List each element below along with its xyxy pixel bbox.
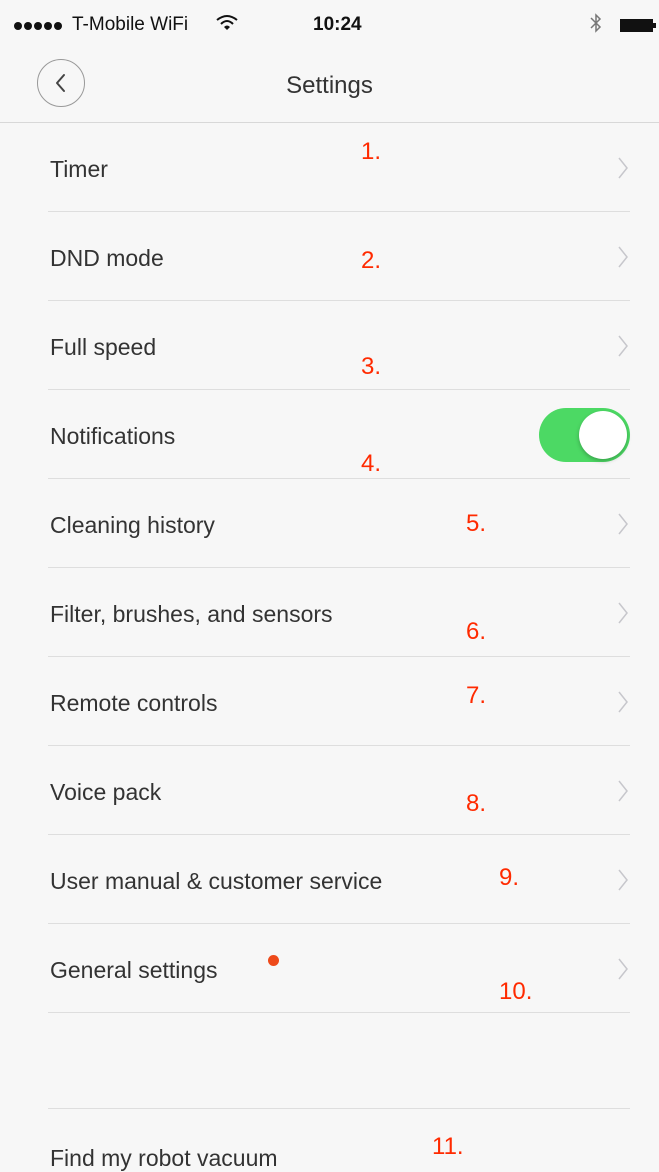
row-label: Filter, brushes, and sensors	[50, 601, 333, 627]
settings-row-dnd-mode[interactable]: DND mode 2.	[48, 212, 630, 301]
settings-row-cleaning-history[interactable]: Cleaning history 5.	[48, 479, 630, 568]
annotation-number: 8.	[466, 790, 487, 817]
row-label: User manual & customer service	[50, 868, 383, 894]
row-label: Notifications	[50, 423, 176, 449]
settings-row-timer[interactable]: Timer 1.	[48, 123, 630, 212]
page-title: Settings	[286, 72, 373, 99]
chevron-right-icon	[618, 513, 628, 535]
wifi-icon	[216, 15, 238, 30]
row-label: General settings	[50, 957, 218, 983]
annotation-number: 4.	[361, 450, 382, 477]
bluetooth-icon	[590, 13, 602, 33]
carrier-name: T-Mobile WiFi	[72, 14, 189, 35]
annotation-number: 7.	[466, 682, 487, 709]
chevron-right-icon	[618, 958, 628, 980]
chevron-right-icon	[618, 157, 628, 179]
row-label: Timer	[50, 156, 108, 182]
chevron-right-icon	[618, 780, 628, 802]
annotation-number: 10.	[499, 978, 533, 1005]
chevron-right-icon	[618, 869, 628, 891]
annotation-number: 2.	[361, 247, 382, 274]
chevron-right-icon	[618, 246, 628, 268]
notification-dot	[268, 955, 279, 966]
battery-icon	[620, 19, 656, 32]
settings-row-filter-brushes-sensors[interactable]: Filter, brushes, and sensors 6.	[48, 568, 630, 657]
find-robot-vacuum-row[interactable]: Find my robot vacuum 11.	[48, 1108, 630, 1172]
annotation-number: 1.	[361, 138, 382, 165]
settings-row-user-manual[interactable]: User manual & customer service 9.	[48, 835, 630, 924]
annotation-number: 5.	[466, 510, 487, 537]
row-label: Cleaning history	[50, 512, 215, 538]
status-bar: T-Mobile WiFi 10:24	[0, 0, 659, 50]
row-label: DND mode	[50, 245, 164, 271]
toggle-knob	[579, 411, 627, 459]
annotation-number: 9.	[499, 864, 520, 891]
annotation-number: 6.	[466, 618, 487, 645]
settings-row-remote-controls[interactable]: Remote controls 7.	[48, 657, 630, 746]
notifications-toggle[interactable]	[539, 408, 630, 462]
settings-row-full-speed[interactable]: Full speed 3.	[48, 301, 630, 390]
annotation-number: 11.	[432, 1133, 464, 1160]
settings-row-general-settings[interactable]: General settings 10.	[48, 924, 630, 1013]
chevron-right-icon	[618, 602, 628, 624]
settings-row-voice-pack[interactable]: Voice pack 8.	[48, 746, 630, 835]
chevron-right-icon	[618, 335, 628, 357]
chevron-right-icon	[618, 691, 628, 713]
annotation-number: 3.	[361, 353, 382, 380]
settings-list: Timer 1. DND mode 2. Full speed 3. Notif…	[0, 123, 659, 1013]
status-time: 10:24	[313, 14, 362, 35]
row-label: Find my robot vacuum	[50, 1145, 278, 1171]
row-label: Remote controls	[50, 690, 218, 716]
row-label: Voice pack	[50, 779, 162, 805]
row-label: Full speed	[50, 334, 157, 360]
navigation-bar: Settings	[0, 50, 659, 123]
signal-strength-icon	[14, 22, 62, 30]
settings-row-notifications: Notifications 4.	[48, 390, 630, 479]
